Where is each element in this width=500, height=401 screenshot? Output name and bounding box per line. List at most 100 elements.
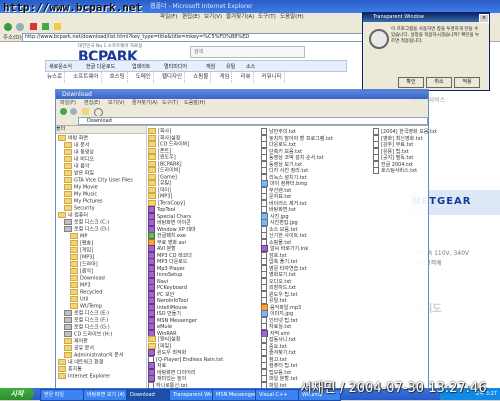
nav-item[interactable]: 소스 — [246, 63, 255, 70]
tree-item-label: My Music — [74, 191, 98, 198]
site-menu-item[interactable]: 뉴스로 — [45, 71, 66, 83]
drive-icon — [64, 317, 72, 323]
folder-icon — [148, 336, 156, 342]
forward-icon[interactable] — [16, 23, 24, 31]
taskbar-item-active[interactable]: Download — [126, 389, 171, 401]
address-label: 주소(D) — [3, 35, 22, 41]
folder-icon — [148, 193, 156, 199]
tree-item[interactable]: Internet Explorer — [58, 373, 110, 381]
site-menu-item[interactable]: 도메인 — [134, 71, 154, 83]
folder-icon — [148, 173, 156, 180]
folder-icon — [70, 296, 78, 302]
explorer-titlebar[interactable]: Download — [56, 90, 428, 99]
folder-icon — [64, 352, 72, 358]
folder-icon — [148, 147, 156, 154]
dialog-message: 이 프로그램을 사용하면 창을 투명하게 만들 수 있습니다. 설정을 적용하시… — [391, 27, 480, 44]
site-menu-item[interactable]: 리뷰 — [238, 71, 254, 83]
tree-item-label: 휴지통 — [68, 366, 82, 373]
tree-item-label: 받은 파일 — [74, 170, 94, 177]
tree-item-label: 제어판 — [74, 338, 88, 345]
file-list-column-1: [회사] [회사]설정 [CD 드라이버] [폰트] [윈도우] [BCPARK] [드라이… — [148, 126, 258, 389]
tree-item-label: GTA Vice City User Files — [74, 177, 133, 184]
dialog-titlebar[interactable]: Transparent Window × — [363, 13, 489, 23]
site-menu: 뉴스로 소프트웨어 호스팅 도메인 웹디자인 쇼핑몰 게임 리뷰 커뮤니티 — [45, 71, 365, 83]
taskbar-item[interactable]: Transparent Window — [169, 389, 214, 401]
menu-edit[interactable]: 편집(E) — [84, 99, 100, 107]
address-input[interactable]: http://www.bcpark.net/download/list.html… — [22, 33, 396, 42]
nav-item[interactable]: 게임 — [206, 63, 215, 70]
folder-icon — [148, 342, 156, 349]
back-icon[interactable] — [60, 108, 67, 115]
tree-item-label: [음악] — [80, 268, 94, 275]
tree-item-label: [팬송] — [80, 240, 94, 247]
menu-file[interactable]: 파일(F) — [60, 99, 76, 107]
tree-item-label: Security — [74, 205, 95, 212]
site-menu-item[interactable]: 소프트웨어 — [71, 71, 102, 83]
file-name: 호스팅서비스.txt — [381, 168, 418, 174]
menu-tools[interactable]: 도구(T) — [162, 99, 178, 107]
menu-help[interactable]: 도움말(H) — [280, 13, 304, 22]
screenshot-watermark: 서재민 / 2004-07-30 13:27:46 — [300, 381, 487, 396]
tree-item-label: 내 컴퓨터 — [68, 212, 88, 219]
tree-item-label: My Pictures — [74, 198, 103, 205]
text-file-icon — [373, 167, 379, 174]
folder-icon — [64, 149, 72, 155]
tree-item-label: 로컬 디스크 (F:) — [74, 317, 109, 324]
folder-icon — [64, 163, 72, 169]
taskbar-item[interactable]: 바탕화면 보기 (4) — [83, 389, 128, 401]
tree-item-label: 바탕 화면 — [68, 135, 88, 142]
menu-view[interactable]: 보기(V) — [108, 99, 125, 107]
site-menu-item[interactable]: 커뮤니티 — [260, 71, 285, 83]
nav-item[interactable]: 한글 다운로드 — [86, 63, 115, 70]
cancel-button[interactable]: 취소 — [426, 77, 452, 88]
site-search-input[interactable]: 검색 — [190, 46, 305, 58]
close-icon[interactable]: × — [479, 14, 489, 23]
site-menu-item[interactable]: 웹디자인 — [160, 71, 186, 83]
menu-view[interactable]: 보기(V) — [204, 13, 222, 22]
tree-item-label: My Movie — [74, 184, 98, 191]
nav-item[interactable]: 업데이트 — [132, 63, 150, 70]
folder-icon — [148, 141, 156, 147]
explorer-address-input[interactable]: Download — [78, 117, 428, 125]
folder-icon — [64, 338, 72, 344]
folder-icon — [70, 233, 78, 239]
transparent-window-dialog: Transparent Window × 이 프로그램을 사용하면 창을 투명하… — [362, 12, 490, 91]
home-icon[interactable] — [54, 23, 61, 30]
back-icon[interactable] — [4, 23, 12, 31]
menu-file[interactable]: 파일(F) — [160, 13, 178, 22]
taskbar-item[interactable]: 받은 파일 — [40, 389, 85, 401]
file-item[interactable]: 호스팅서비스.txt — [373, 167, 481, 175]
folder-icon — [64, 184, 72, 190]
menu-favorites[interactable]: 즐겨찾기(A) — [132, 99, 158, 107]
tree-item-label: 로컬 디스크 (C:) — [74, 219, 110, 226]
folder-icon — [70, 303, 78, 309]
stop-icon[interactable] — [30, 23, 37, 30]
tree-item-label: CD 드라이브 (H:) — [74, 331, 113, 338]
folder-icon — [58, 359, 66, 365]
menu-help[interactable]: 도움말(H) — [184, 99, 205, 107]
forward-icon[interactable] — [70, 108, 77, 115]
site-menu-item[interactable]: 쇼핑몰 — [191, 71, 212, 83]
folder-icon — [64, 191, 72, 197]
menu-edit[interactable]: 편집(E) — [182, 13, 200, 22]
folder-icon — [70, 282, 78, 288]
ok-button[interactable]: 확인 — [398, 77, 424, 88]
folder-up-icon[interactable] — [82, 108, 89, 115]
apply-button[interactable]: 적용 — [454, 77, 480, 88]
menu-favorites[interactable]: 즐겨찾기(A) — [226, 13, 254, 22]
drive-icon — [64, 324, 72, 330]
taskbar-item[interactable]: Visual C++ — [255, 389, 300, 401]
site-menu-item[interactable]: 게임 — [217, 71, 233, 83]
tree-item-label: MP — [80, 233, 88, 240]
nav-item[interactable]: 새로운소식 — [49, 63, 72, 70]
site-menu-item[interactable]: 호스팅 — [108, 71, 128, 83]
folder-tree: 폴더 바탕 화면 내 문서 내 동영상 내 비디오 내 음악 받은 파일 GTA Vice … — [56, 126, 147, 388]
menu-tools[interactable]: 도구(T) — [258, 13, 276, 22]
folder-icon — [148, 134, 156, 141]
nav-item[interactable]: 유틸 — [226, 63, 235, 70]
start-button[interactable]: 시작 — [0, 388, 34, 400]
nav-item[interactable]: 멀티미디어 — [164, 63, 187, 70]
taskbar-item[interactable]: MSN Messenger — [212, 389, 257, 401]
refresh-icon[interactable] — [42, 23, 49, 30]
folder-icon — [64, 177, 72, 183]
